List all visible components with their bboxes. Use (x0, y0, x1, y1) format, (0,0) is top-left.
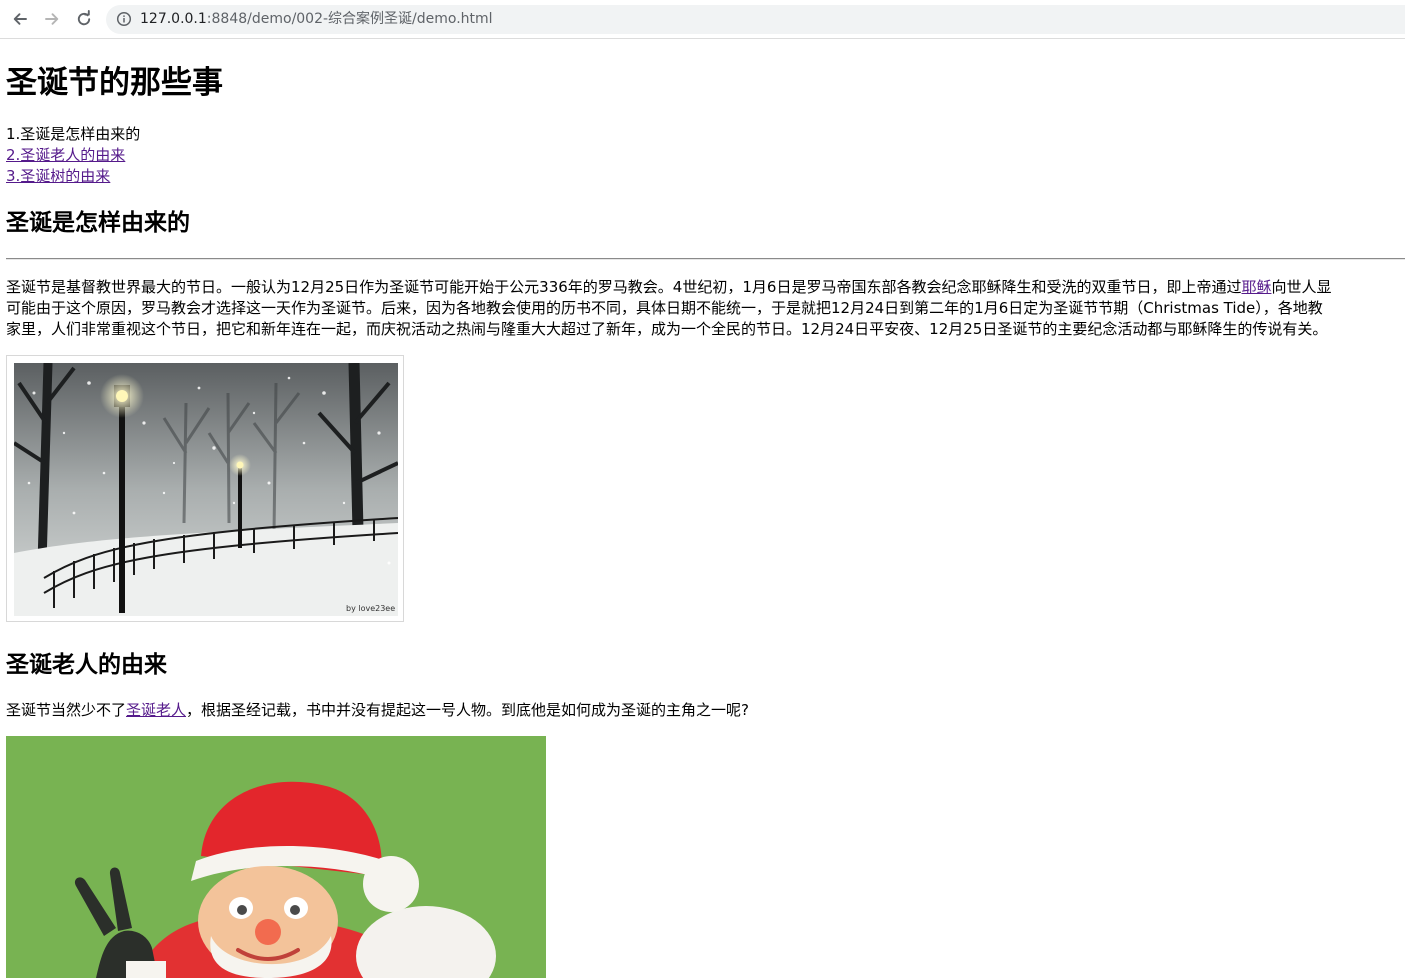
toc-link-3[interactable]: 3.圣诞树的由来 (6, 166, 140, 187)
paragraph-line: 可能由于这个原因，罗马教会才选择这一天作为圣诞节。后来，因为各地教会使用的历书不… (6, 299, 1323, 317)
image-credit: by love23ee (346, 604, 395, 613)
paragraph-text: 圣诞节是基督教世界最大的节日。一般认为12月25日作为圣诞节可能开始于公元336… (6, 278, 1242, 296)
section-heading-santa: 圣诞老人的由来 (6, 652, 167, 678)
santa-link[interactable]: 圣诞老人 (126, 701, 186, 719)
reload-icon[interactable] (72, 7, 96, 31)
url-path: :8848/demo/002-综合案例圣诞/demo.html (206, 11, 493, 27)
url-text[interactable]: 127.0.0.1:8848/demo/002-综合案例圣诞/demo.html (140, 11, 493, 28)
table-of-contents: 1.圣诞是怎样由来的 2.圣诞老人的由来 3.圣诞树的由来 (6, 124, 140, 187)
toc-link-2[interactable]: 2.圣诞老人的由来 (6, 145, 140, 166)
paragraph-text: 向世人显 (1271, 278, 1332, 296)
santa-claus-image (6, 736, 546, 978)
paragraph-text: 圣诞节当然少不了 (6, 701, 127, 719)
snow-park-image: by love23ee (6, 355, 404, 622)
paragraph-line: 圣诞节是基督教世界最大的节日。一般认为12月25日作为圣诞节可能开始于公元336… (6, 277, 1331, 298)
back-arrow-icon[interactable] (8, 7, 32, 31)
toc-item-1: 1.圣诞是怎样由来的 (6, 125, 141, 143)
paragraph-text: ，根据圣经记载，书中并没有提起这一号人物。到底他是如何成为圣诞的主角之一呢? (186, 701, 749, 719)
jesus-link[interactable]: 耶稣 (1241, 278, 1271, 296)
browser-toolbar: 127.0.0.1:8848/demo/002-综合案例圣诞/demo.html (0, 0, 1405, 39)
horizontal-rule (6, 258, 1405, 260)
url-host: 127.0.0.1 (140, 11, 207, 27)
page-title: 圣诞节的那些事 (6, 65, 223, 101)
section-paragraph-santa: 圣诞节当然少不了圣诞老人，根据圣经记载，书中并没有提起这一号人物。到底他是如何成… (6, 700, 749, 721)
address-bar[interactable]: 127.0.0.1:8848/demo/002-综合案例圣诞/demo.html (106, 5, 1405, 34)
section-heading-origin: 圣诞是怎样由来的 (6, 210, 190, 236)
section-paragraph-origin: 圣诞节是基督教世界最大的节日。一般认为12月25日作为圣诞节可能开始于公元336… (6, 277, 1331, 340)
site-info-icon[interactable] (116, 11, 132, 27)
paragraph-line: 家里，人们非常重视这个节日，把它和新年连在一起，而庆祝活动之热闹与隆重大大超过了… (6, 320, 1328, 338)
forward-arrow-icon[interactable] (40, 7, 64, 31)
